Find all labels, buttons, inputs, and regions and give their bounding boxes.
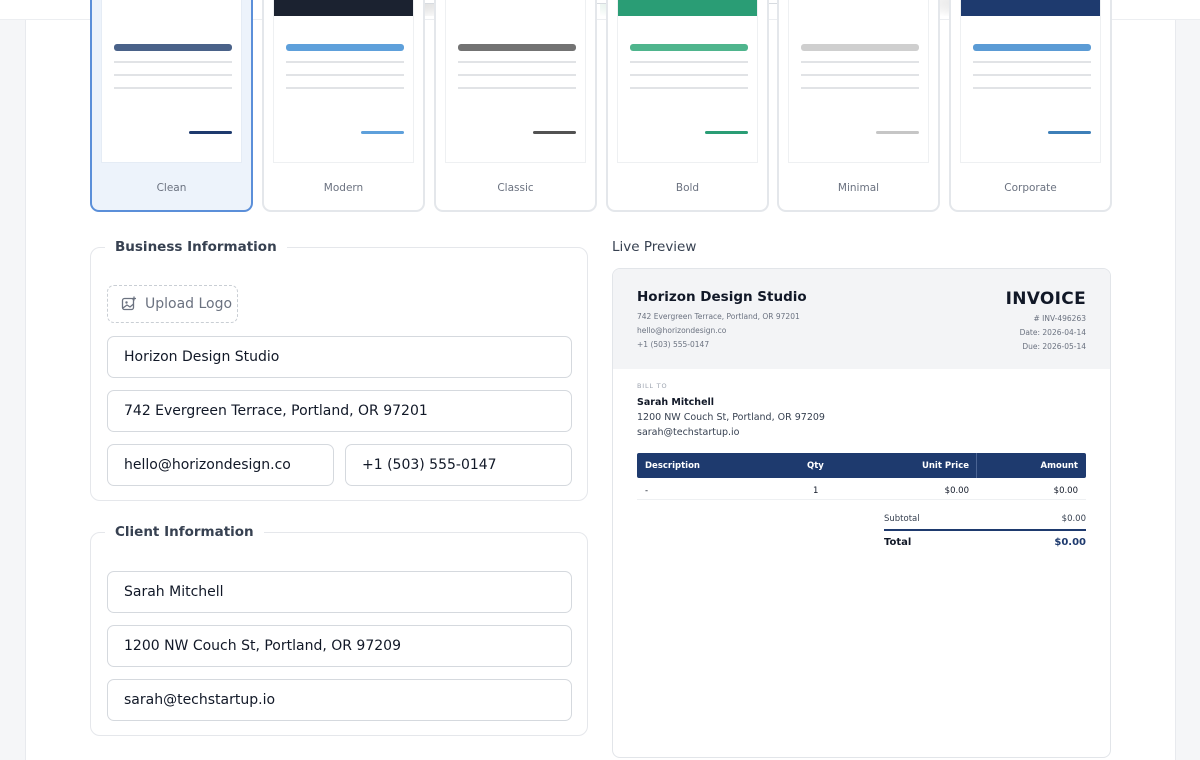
row-unit-price: $0.00 — [944, 486, 969, 496]
template-line — [801, 74, 919, 76]
template-band — [961, 0, 1100, 16]
invoice-client-address: 1200 NW Couch St, Portland, OR 97209 — [637, 412, 825, 423]
template-thumbnail — [273, 0, 414, 163]
template-line — [630, 87, 748, 89]
template-heading-bar — [630, 44, 748, 51]
row-qty: 1 — [813, 486, 819, 496]
template-footer-bar — [533, 131, 576, 134]
template-band — [618, 0, 757, 16]
column-description: Description — [645, 461, 700, 471]
invoice-client-email: sarah@techstartup.io — [637, 427, 740, 438]
template-label: Classic — [497, 182, 534, 194]
template-line — [286, 87, 404, 89]
template-label: Minimal — [837, 182, 880, 194]
template-label: Corporate — [1004, 182, 1057, 194]
template-line — [973, 87, 1091, 89]
template-heading-bar — [801, 44, 919, 51]
business-name-field[interactable]: Horizon Design Studio — [107, 336, 572, 378]
subtotal-label: Subtotal — [884, 514, 920, 524]
invoice-number: # INV-496263 — [1033, 314, 1086, 323]
template-card-corporate[interactable]: Corporate — [949, 0, 1112, 212]
template-line — [458, 87, 576, 89]
subtotal-value: $0.00 — [1061, 514, 1086, 524]
invoice-business-address: 742 Evergreen Terrace, Portland, OR 9720… — [637, 312, 800, 321]
template-line — [973, 74, 1091, 76]
invoice-header: Horizon Design Studio 742 Evergreen Terr… — [613, 269, 1110, 369]
template-line — [286, 74, 404, 76]
total-value: $0.00 — [1054, 537, 1086, 548]
invoice-client-name: Sarah Mitchell — [637, 397, 715, 408]
template-footer-bar — [189, 131, 232, 134]
section-title: Business Information — [105, 239, 287, 255]
template-label: Clean — [156, 182, 187, 194]
business-email-field[interactable]: hello@horizondesign.co — [107, 444, 334, 486]
template-line — [630, 61, 748, 63]
template-label: Modern — [323, 182, 364, 194]
table-row: - 1 $0.00 $0.00 — [637, 478, 1086, 500]
template-thumbnail — [788, 0, 929, 163]
section-title: Client Information — [105, 524, 264, 540]
image-add-icon — [121, 296, 136, 311]
template-heading-bar — [286, 44, 404, 51]
template-line — [114, 74, 232, 76]
business-address-field[interactable]: 742 Evergreen Terrace, Portland, OR 9720… — [107, 390, 572, 432]
client-name-field[interactable]: Sarah Mitchell — [107, 571, 572, 613]
client-address-field[interactable]: 1200 NW Couch St, Portland, OR 97209 — [107, 625, 572, 667]
template-card-minimal[interactable]: Minimal — [777, 0, 940, 212]
column-amount: Amount — [1040, 461, 1078, 471]
template-footer-bar — [876, 131, 919, 134]
template-label: Bold — [675, 182, 700, 194]
business-info-section: Business Information Upload Logo Horizon… — [90, 239, 588, 501]
upload-logo-button[interactable]: Upload Logo — [107, 285, 238, 323]
template-card-clean[interactable]: Clean — [90, 0, 253, 212]
subtotal-line: Subtotal $0.00 — [884, 514, 1086, 524]
invoice-business-name: Horizon Design Studio — [637, 289, 807, 305]
template-line — [114, 87, 232, 89]
column-qty: Qty — [807, 461, 824, 471]
invoice-due-date: Due: 2026-05-14 — [1022, 342, 1086, 351]
client-email-field[interactable]: sarah@techstartup.io — [107, 679, 572, 721]
business-phone-field[interactable]: +1 (503) 555-0147 — [345, 444, 572, 486]
template-heading-bar — [114, 44, 232, 51]
invoice-preview: Horizon Design Studio 742 Evergreen Terr… — [612, 268, 1111, 758]
column-unit-price: Unit Price — [921, 461, 969, 471]
invoice-date: Date: 2026-04-14 — [1019, 328, 1086, 337]
template-footer-bar — [1048, 131, 1091, 134]
template-footer-bar — [361, 131, 404, 134]
template-thumbnail — [445, 0, 586, 163]
invoice-business-phone: +1 (503) 555-0147 — [637, 340, 710, 349]
total-label: Total — [884, 537, 912, 548]
bill-to-label: BILL TO — [637, 382, 668, 390]
invoice-business-email: hello@horizondesign.co — [637, 326, 727, 335]
template-line — [973, 61, 1091, 63]
template-heading-bar — [458, 44, 576, 51]
template-line — [458, 74, 576, 76]
total-divider — [884, 529, 1086, 531]
template-card-bold[interactable]: Bold — [606, 0, 769, 212]
template-thumbnail — [101, 0, 242, 163]
invoice-title: INVOICE — [1005, 289, 1086, 309]
total-line: Total $0.00 — [884, 537, 1086, 548]
template-line — [114, 61, 232, 63]
template-line — [801, 61, 919, 63]
live-preview-label: Live Preview — [612, 239, 697, 255]
client-info-section: Client Information Sarah Mitchell 1200 N… — [90, 524, 588, 736]
template-heading-bar — [973, 44, 1091, 51]
template-line — [286, 61, 404, 63]
template-thumbnail — [960, 0, 1101, 163]
template-line — [458, 61, 576, 63]
template-line — [630, 74, 748, 76]
template-thumbnail — [617, 0, 758, 163]
template-band — [274, 0, 413, 16]
template-footer-bar — [705, 131, 748, 134]
row-description: - — [645, 486, 649, 496]
template-card-classic[interactable]: Classic — [434, 0, 597, 212]
template-line — [801, 87, 919, 89]
row-amount: $0.00 — [1053, 486, 1078, 496]
template-card-modern[interactable]: Modern — [262, 0, 425, 212]
upload-logo-label: Upload Logo — [145, 296, 233, 312]
column-divider — [976, 453, 977, 478]
line-items-header: Description Qty Unit Price Amount — [637, 453, 1086, 478]
